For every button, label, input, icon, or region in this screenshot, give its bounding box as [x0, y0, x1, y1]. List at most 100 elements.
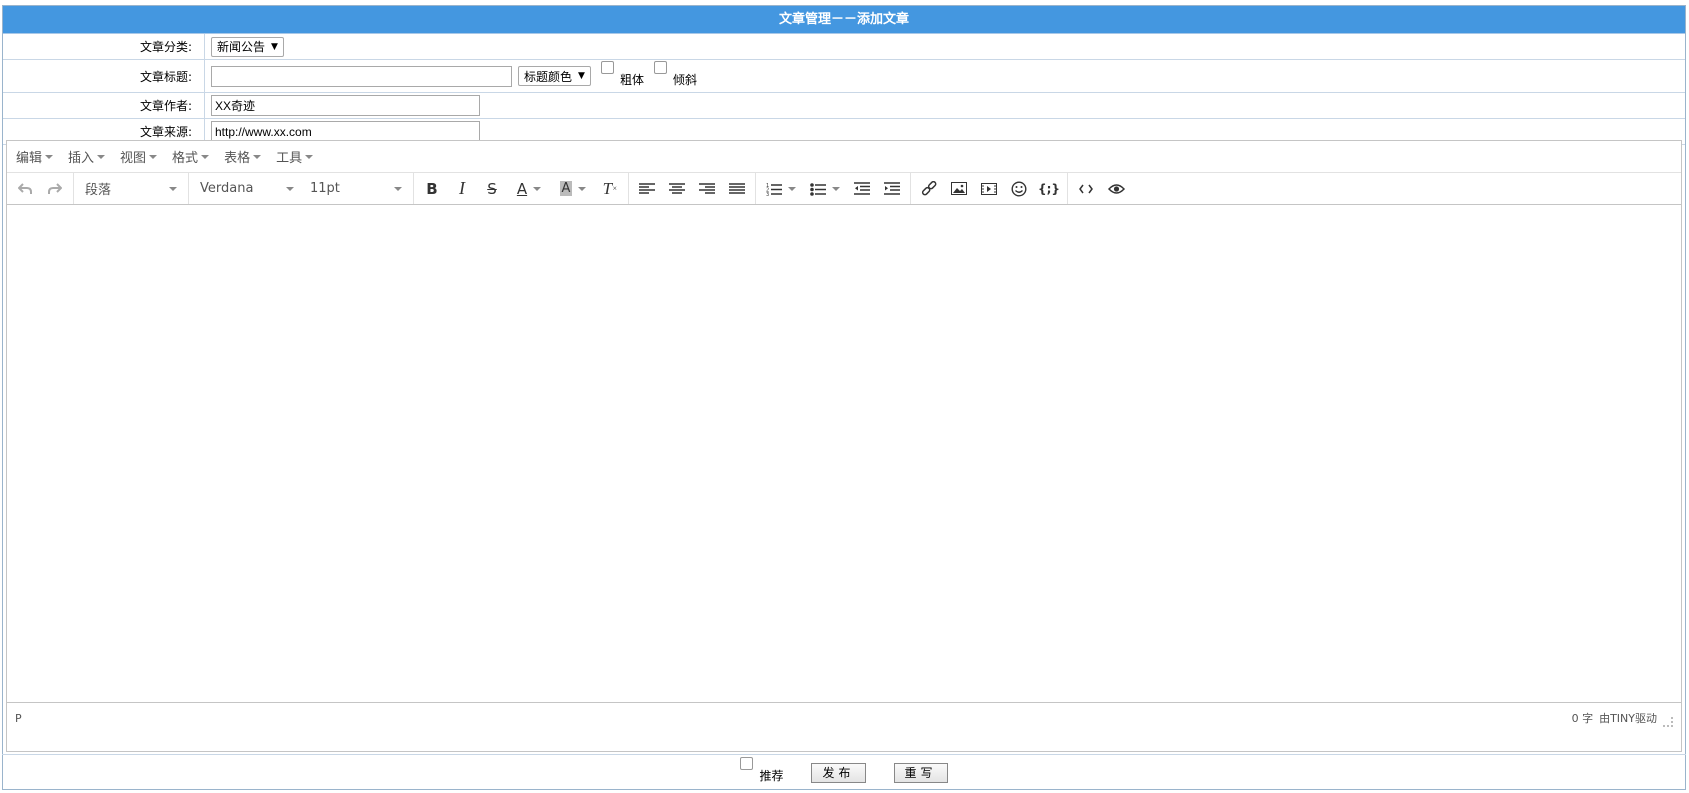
menu-format[interactable]: 格式	[172, 147, 210, 166]
caret-down-icon	[201, 154, 210, 159]
resize-handle-icon[interactable]	[1663, 717, 1673, 727]
bold-icon[interactable]: B	[417, 176, 447, 202]
caret-down-icon	[286, 186, 294, 191]
powered-by-link[interactable]: 由TINY驱动	[1599, 710, 1657, 726]
rich-text-editor: 编辑 插入 视图 格式 表格 工具 段落 Verdana 11pt B I S …	[6, 140, 1682, 752]
editor-menubar: 编辑 插入 视图 格式 表格 工具	[7, 141, 1681, 173]
recommend-option: 推荐	[740, 757, 784, 784]
menu-label: 工具	[276, 151, 303, 166]
editor-content-area[interactable]	[7, 205, 1681, 703]
reset-button[interactable]: 重写	[893, 762, 948, 783]
category-select-value: 新闻公告	[217, 40, 266, 54]
undo-icon[interactable]	[10, 176, 40, 202]
numbered-list-icon[interactable]: 123	[759, 176, 803, 202]
redo-icon[interactable]	[40, 176, 70, 202]
title-color-select[interactable]: 标题颜色 ▼	[518, 66, 591, 86]
caret-down-icon	[394, 186, 402, 191]
font-family-dropdown[interactable]: Verdana	[192, 176, 302, 202]
word-count: 0 字	[1571, 712, 1594, 725]
media-icon[interactable]	[974, 176, 1004, 202]
author-input[interactable]: XX奇迹	[211, 95, 480, 116]
menu-edit[interactable]: 编辑	[16, 147, 54, 166]
code-sample-icon[interactable]: {;}	[1034, 176, 1064, 202]
bold-option: 粗体	[600, 60, 644, 88]
caret-down-icon	[305, 154, 314, 159]
title-color-select-value: 标题颜色	[524, 69, 573, 84]
title-row: 文章标题: 标题颜色 ▼ 粗体 倾斜	[3, 60, 1685, 93]
caret-down-icon	[149, 154, 158, 159]
bg-color-glyph: A	[559, 181, 573, 196]
recommend-checkbox[interactable]	[740, 757, 754, 770]
menu-label: 表格	[224, 151, 251, 166]
block-format-value: 段落	[85, 183, 112, 198]
italic-checkbox[interactable]	[653, 60, 667, 74]
emoticon-icon[interactable]	[1004, 176, 1034, 202]
link-icon[interactable]	[914, 176, 944, 202]
menu-label: 插入	[68, 151, 95, 166]
italic-icon[interactable]: I	[447, 176, 477, 202]
insert-group: {;}	[911, 173, 1068, 204]
author-row: 文章作者: XX奇迹	[3, 93, 1685, 119]
font-size-dropdown[interactable]: 11pt	[302, 176, 410, 202]
align-right-icon[interactable]	[692, 176, 722, 202]
menu-label: 格式	[172, 151, 199, 166]
caret-down-icon	[253, 154, 262, 159]
bulleted-list-icon[interactable]	[803, 176, 847, 202]
bold-label: 粗体	[619, 72, 644, 87]
indent-icon[interactable]	[877, 176, 907, 202]
history-group	[7, 173, 74, 204]
align-group	[629, 173, 756, 204]
preview-icon[interactable]	[1101, 176, 1131, 202]
strikethrough-icon[interactable]: S	[477, 176, 507, 202]
menu-tools[interactable]: 工具	[276, 147, 314, 166]
editor-toolbar: 段落 Verdana 11pt B I S A A T × 1 2 3 {;}	[7, 173, 1681, 205]
outdent-icon[interactable]	[847, 176, 877, 202]
statusbar-right: 0 字 由TINY驱动	[1572, 709, 1673, 727]
text-color-glyph: A	[516, 179, 528, 198]
caret-down-icon	[97, 154, 106, 159]
menu-insert[interactable]: 插入	[68, 147, 106, 166]
source-input[interactable]: http://www.xx.com	[211, 121, 480, 142]
author-label: 文章作者:	[3, 93, 205, 118]
menu-label: 视图	[120, 151, 147, 166]
caret-down-icon	[45, 154, 54, 159]
text-style-group: B I S A A T ×	[414, 173, 629, 204]
text-color-icon[interactable]: A	[507, 176, 551, 202]
menu-view[interactable]: 视图	[120, 147, 158, 166]
form-footer: 推荐 发布 重写	[2, 754, 1686, 790]
clear-formatting-icon[interactable]: T ×	[595, 176, 625, 202]
editor-statusbar: P 0 字 由TINY驱动	[7, 703, 1681, 733]
svg-text:3: 3	[766, 192, 769, 196]
caret-down-icon	[533, 186, 542, 191]
title-label: 文章标题:	[3, 60, 205, 92]
font-size-value: 11pt	[310, 181, 340, 196]
source-code-icon[interactable]	[1071, 176, 1101, 202]
category-row: 文章分类: 新闻公告 ▼	[3, 34, 1685, 60]
menu-table[interactable]: 表格	[224, 147, 262, 166]
caret-down-icon	[169, 186, 177, 191]
element-path[interactable]: P	[15, 712, 22, 725]
block-format-dropdown[interactable]: 段落	[77, 176, 185, 202]
caret-down-icon	[788, 186, 796, 191]
font-family-value: Verdana	[200, 181, 254, 196]
category-label: 文章分类:	[3, 34, 205, 59]
image-icon[interactable]	[944, 176, 974, 202]
align-center-icon[interactable]	[662, 176, 692, 202]
align-left-icon[interactable]	[632, 176, 662, 202]
title-input[interactable]	[211, 65, 512, 87]
italic-option: 倾斜	[653, 60, 697, 88]
publish-button[interactable]: 发布	[811, 762, 866, 783]
list-group: 123	[756, 173, 911, 204]
dropdown-arrow-icon: ▼	[578, 71, 585, 81]
align-justify-icon[interactable]	[722, 176, 752, 202]
page-title: 文章管理－－添加文章	[3, 6, 1685, 34]
caret-down-icon	[832, 186, 840, 191]
tools-group	[1068, 173, 1134, 204]
category-select[interactable]: 新闻公告 ▼	[211, 36, 284, 57]
recommend-label: 推荐	[759, 769, 784, 783]
menu-label: 编辑	[16, 151, 43, 166]
font-group: Verdana 11pt	[189, 173, 414, 204]
background-color-icon[interactable]: A	[551, 176, 595, 202]
dropdown-arrow-icon: ▼	[271, 41, 278, 52]
bold-checkbox[interactable]	[600, 60, 614, 74]
